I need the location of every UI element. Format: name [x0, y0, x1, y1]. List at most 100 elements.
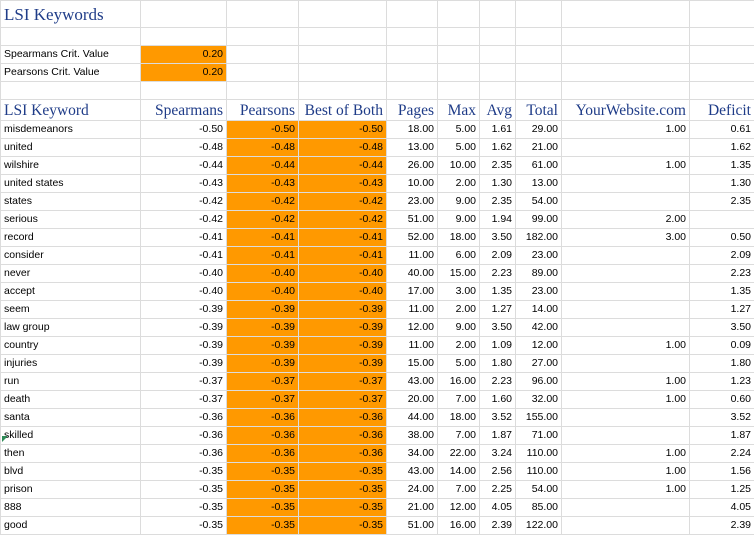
- cell-keyword[interactable]: 888: [1, 499, 141, 517]
- cell-deficit[interactable]: 1.80: [690, 355, 754, 373]
- cell-best-of-both[interactable]: -0.39: [299, 337, 387, 355]
- cell-keyword[interactable]: record: [1, 229, 141, 247]
- cell-keyword[interactable]: injuries: [1, 355, 141, 373]
- cell-total[interactable]: 23.00: [516, 283, 562, 301]
- cell-avg[interactable]: 1.35: [480, 283, 516, 301]
- cell-max[interactable]: 2.00: [438, 337, 480, 355]
- cell-yourwebsite[interactable]: 1.00: [562, 337, 690, 355]
- cell-avg[interactable]: 2.35: [480, 157, 516, 175]
- cell-best-of-both[interactable]: -0.43: [299, 175, 387, 193]
- cell-spearmans[interactable]: -0.36: [141, 427, 227, 445]
- cell-keyword[interactable]: wilshire: [1, 157, 141, 175]
- cell-max[interactable]: 22.00: [438, 445, 480, 463]
- cell-total[interactable]: 54.00: [516, 481, 562, 499]
- cell-pearsons[interactable]: -0.40: [227, 265, 299, 283]
- cell-best-of-both[interactable]: -0.37: [299, 391, 387, 409]
- cell-total[interactable]: 110.00: [516, 463, 562, 481]
- cell-avg[interactable]: 3.50: [480, 319, 516, 337]
- cell-yourwebsite[interactable]: [562, 301, 690, 319]
- cell-pearsons[interactable]: -0.39: [227, 319, 299, 337]
- cell-yourwebsite[interactable]: [562, 139, 690, 157]
- cell-keyword[interactable]: good: [1, 517, 141, 535]
- header-deficit[interactable]: Deficit: [690, 100, 754, 121]
- cell-keyword[interactable]: misdemeanors: [1, 121, 141, 139]
- cell-yourwebsite[interactable]: 2.00: [562, 211, 690, 229]
- cell-pearsons[interactable]: -0.36: [227, 427, 299, 445]
- cell-deficit[interactable]: 2.35: [690, 193, 754, 211]
- header-yourwebsite[interactable]: YourWebsite.com: [562, 100, 690, 121]
- cell-max[interactable]: 16.00: [438, 517, 480, 535]
- cell-deficit[interactable]: 1.30: [690, 175, 754, 193]
- cell-max[interactable]: 10.00: [438, 157, 480, 175]
- cell-yourwebsite[interactable]: 1.00: [562, 481, 690, 499]
- cell-spearmans[interactable]: -0.35: [141, 481, 227, 499]
- cell-pearsons[interactable]: -0.35: [227, 481, 299, 499]
- cell-pages[interactable]: 20.00: [387, 391, 438, 409]
- header-pages[interactable]: Pages: [387, 100, 438, 121]
- cell-max[interactable]: 5.00: [438, 121, 480, 139]
- header-max[interactable]: Max: [438, 100, 480, 121]
- cell-deficit[interactable]: 0.61: [690, 121, 754, 139]
- cell-yourwebsite[interactable]: 1.00: [562, 391, 690, 409]
- cell-spearmans[interactable]: -0.44: [141, 157, 227, 175]
- cell-pearsons[interactable]: -0.35: [227, 463, 299, 481]
- cell-yourwebsite[interactable]: [562, 265, 690, 283]
- cell-total[interactable]: 155.00: [516, 409, 562, 427]
- header-pearsons[interactable]: Pearsons: [227, 100, 299, 121]
- cell-best-of-both[interactable]: -0.35: [299, 499, 387, 517]
- cell-yourwebsite[interactable]: 1.00: [562, 157, 690, 175]
- cell-deficit[interactable]: 0.60: [690, 391, 754, 409]
- cell-yourwebsite[interactable]: 1.00: [562, 463, 690, 481]
- cell-pages[interactable]: 18.00: [387, 121, 438, 139]
- cell-best-of-both[interactable]: -0.42: [299, 211, 387, 229]
- cell-keyword[interactable]: run: [1, 373, 141, 391]
- cell-keyword[interactable]: law group: [1, 319, 141, 337]
- cell-avg[interactable]: 1.27: [480, 301, 516, 319]
- cell-deficit[interactable]: 1.25: [690, 481, 754, 499]
- cell-max[interactable]: 7.00: [438, 427, 480, 445]
- cell-best-of-both[interactable]: -0.41: [299, 229, 387, 247]
- cell-yourwebsite[interactable]: [562, 193, 690, 211]
- cell-pearsons[interactable]: -0.40: [227, 283, 299, 301]
- cell-deficit[interactable]: 0.50: [690, 229, 754, 247]
- cell-keyword[interactable]: seem: [1, 301, 141, 319]
- cell-best-of-both[interactable]: -0.40: [299, 283, 387, 301]
- cell-pages[interactable]: 40.00: [387, 265, 438, 283]
- cell-deficit[interactable]: 2.23: [690, 265, 754, 283]
- cell-max[interactable]: 7.00: [438, 391, 480, 409]
- cell-pages[interactable]: 11.00: [387, 301, 438, 319]
- cell-pearsons[interactable]: -0.39: [227, 355, 299, 373]
- cell-pearsons[interactable]: -0.39: [227, 337, 299, 355]
- cell-yourwebsite[interactable]: [562, 283, 690, 301]
- cell-avg[interactable]: 1.62: [480, 139, 516, 157]
- cell-yourwebsite[interactable]: [562, 319, 690, 337]
- cell-deficit[interactable]: 2.39: [690, 517, 754, 535]
- header-avg[interactable]: Avg: [480, 100, 516, 121]
- cell-spearmans[interactable]: -0.39: [141, 301, 227, 319]
- cell-yourwebsite[interactable]: 1.00: [562, 445, 690, 463]
- cell-pearsons[interactable]: -0.35: [227, 499, 299, 517]
- cell-spearmans[interactable]: -0.36: [141, 409, 227, 427]
- header-lsi-keyword[interactable]: LSI Keyword: [1, 100, 141, 121]
- cell-pearsons[interactable]: -0.50: [227, 121, 299, 139]
- cell-spearmans[interactable]: -0.35: [141, 517, 227, 535]
- cell-keyword[interactable]: skilled: [1, 427, 141, 445]
- spearmans-crit-label[interactable]: Spearmans Crit. Value: [1, 46, 141, 64]
- cell-pages[interactable]: 26.00: [387, 157, 438, 175]
- cell-max[interactable]: 2.00: [438, 175, 480, 193]
- cell-yourwebsite[interactable]: [562, 175, 690, 193]
- cell-spearmans[interactable]: -0.40: [141, 283, 227, 301]
- header-total[interactable]: Total: [516, 100, 562, 121]
- cell-deficit[interactable]: 3.50: [690, 319, 754, 337]
- pearsons-crit-label[interactable]: Pearsons Crit. Value: [1, 64, 141, 82]
- cell-pearsons[interactable]: -0.44: [227, 157, 299, 175]
- cell-deficit[interactable]: [690, 211, 754, 229]
- cell-total[interactable]: 182.00: [516, 229, 562, 247]
- cell-total[interactable]: 61.00: [516, 157, 562, 175]
- cell-yourwebsite[interactable]: [562, 499, 690, 517]
- cell-avg[interactable]: 1.60: [480, 391, 516, 409]
- cell-avg[interactable]: 2.23: [480, 265, 516, 283]
- cell-total[interactable]: 54.00: [516, 193, 562, 211]
- cell-max[interactable]: 9.00: [438, 193, 480, 211]
- cell-avg[interactable]: 2.23: [480, 373, 516, 391]
